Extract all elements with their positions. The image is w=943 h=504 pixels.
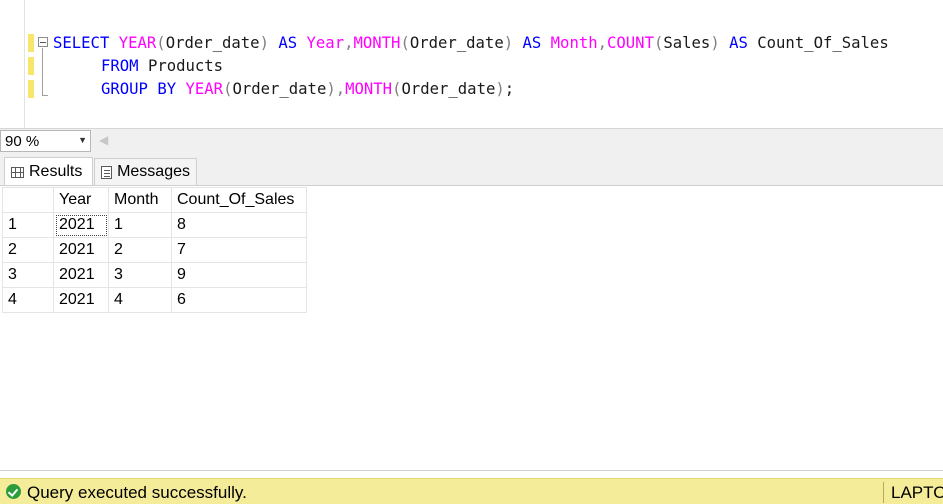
change-marker xyxy=(28,80,34,98)
tab-messages[interactable]: Messages xyxy=(94,158,197,185)
semicolon: ; xyxy=(504,80,515,98)
identifier: Order_date xyxy=(165,34,260,52)
code-line-1[interactable]: SELECT YEAR(Order_date) AS Year,MONTH(Or… xyxy=(53,33,889,53)
tab-messages-label: Messages xyxy=(117,163,190,180)
chevron-down-icon[interactable]: ▼ xyxy=(78,135,87,145)
paren: ( xyxy=(156,34,166,52)
results-pane: Year Month Count_Of_Sales 1 2021 1 8 2 2… xyxy=(0,185,943,471)
grid-cell[interactable]: 6 xyxy=(171,287,307,313)
code-line-3[interactable]: GROUP BY YEAR(Order_date),MONTH(Order_da… xyxy=(101,79,514,99)
grid-cell[interactable]: 2021 xyxy=(53,287,109,313)
status-message: Query executed successfully. xyxy=(27,483,247,502)
grid-cell[interactable]: 8 xyxy=(171,212,307,238)
paren: ) xyxy=(710,34,720,52)
sql-function: YEAR xyxy=(185,80,224,98)
alias: Month xyxy=(550,34,598,52)
table-row: 1 2021 1 8 xyxy=(2,212,307,238)
editor-margin xyxy=(0,0,25,128)
grid-cell[interactable]: 2 xyxy=(108,237,172,263)
alias: Year xyxy=(306,34,345,52)
success-check-icon xyxy=(6,484,21,499)
column-header-count-of-sales[interactable]: Count_Of_Sales xyxy=(171,187,307,213)
zoom-dropdown[interactable]: 90 % ▼ xyxy=(0,130,91,152)
sql-keyword: AS xyxy=(729,34,748,52)
grid-icon xyxy=(11,166,24,178)
messages-icon xyxy=(101,165,113,179)
change-marker xyxy=(28,34,34,52)
paren: ) xyxy=(326,80,336,98)
results-tab-strip: Results Messages xyxy=(0,153,943,186)
grid-cell[interactable]: 9 xyxy=(171,262,307,288)
grid-cell[interactable]: 1 xyxy=(108,212,172,238)
sql-function: YEAR xyxy=(118,34,157,52)
identifier: Order_date xyxy=(232,80,327,98)
column-header-year[interactable]: Year xyxy=(53,187,109,213)
scroll-left-icon[interactable]: ◀ xyxy=(99,133,108,147)
sql-function: MONTH xyxy=(345,80,393,98)
grid-cell[interactable]: 4 xyxy=(108,287,172,313)
paren: ) xyxy=(495,80,505,98)
zoom-bar: 90 % ▼ ◀ xyxy=(0,128,943,153)
sql-function: MONTH xyxy=(353,34,401,52)
results-grid[interactable]: Year Month Count_Of_Sales 1 2021 1 8 2 2… xyxy=(2,187,307,313)
tab-results[interactable]: Results xyxy=(4,157,93,186)
comma: , xyxy=(597,34,608,52)
sql-keyword: GROUP BY xyxy=(101,80,177,98)
grid-cell[interactable]: 2021 xyxy=(53,237,109,263)
fold-guide xyxy=(42,48,43,96)
table-row: 4 2021 4 6 xyxy=(2,287,307,313)
column-header-month[interactable]: Month xyxy=(108,187,172,213)
grid-cell[interactable]: 7 xyxy=(171,237,307,263)
change-marker xyxy=(28,57,34,75)
row-header[interactable]: 4 xyxy=(2,287,54,313)
status-server: LAPTO xyxy=(891,483,943,502)
fold-guide-end xyxy=(42,95,48,96)
status-bar: Query executed successfully. LAPTO xyxy=(0,478,943,504)
sql-keyword: AS xyxy=(522,34,542,52)
code-line-2[interactable]: FROM Products xyxy=(101,56,223,76)
row-header[interactable]: 3 xyxy=(2,262,54,288)
collapse-icon[interactable] xyxy=(38,37,48,47)
zoom-value: 90 % xyxy=(5,133,40,150)
paren: ( xyxy=(653,34,664,52)
identifier: Products xyxy=(147,57,224,75)
row-header[interactable]: 2 xyxy=(2,237,54,263)
identifier: Order_date xyxy=(401,80,496,98)
corner-header[interactable] xyxy=(2,187,54,213)
sql-function: COUNT xyxy=(607,34,654,52)
sql-keyword: AS xyxy=(278,34,298,52)
identifier: Sales xyxy=(663,34,711,52)
sql-keyword: SELECT xyxy=(53,34,110,52)
paren: ) xyxy=(503,34,514,52)
row-header[interactable]: 1 xyxy=(2,212,54,238)
header-row: Year Month Count_Of_Sales xyxy=(2,187,307,213)
identifier: Count_Of_Sales xyxy=(757,34,889,52)
paren: ( xyxy=(400,34,410,52)
grid-cell[interactable]: 2021 xyxy=(53,262,109,288)
sql-keyword: FROM xyxy=(101,57,139,75)
grid-cell[interactable]: 3 xyxy=(108,262,172,288)
table-row: 2 2021 2 7 xyxy=(2,237,307,263)
identifier: Order_date xyxy=(409,34,504,52)
table-row: 3 2021 3 9 xyxy=(2,262,307,288)
status-divider xyxy=(883,482,884,503)
grid-cell[interactable]: 2021 xyxy=(53,212,109,238)
comma: , xyxy=(335,80,346,98)
tab-results-label: Results xyxy=(29,163,83,180)
sql-editor[interactable]: SELECT YEAR(Order_date) AS Year,MONTH(Or… xyxy=(0,0,943,128)
paren: ) xyxy=(259,34,269,52)
